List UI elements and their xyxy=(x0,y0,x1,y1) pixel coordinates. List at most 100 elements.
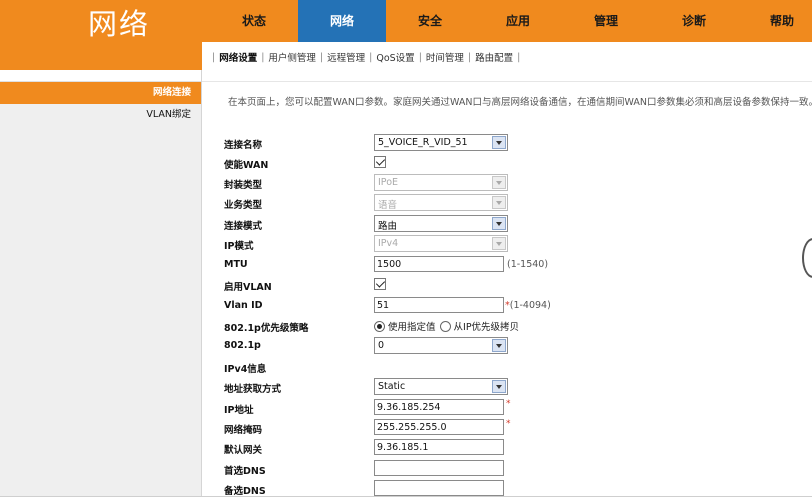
vlan-id-range: (1-4094) xyxy=(509,300,551,311)
row-priority-policy: 802.1p优先级策略 使用指定值 从IP优先级拷贝 xyxy=(224,317,804,337)
service-select: 语音 xyxy=(374,194,508,211)
chevron-down-icon xyxy=(492,196,506,209)
gateway-input[interactable]: 9.36.185.1 xyxy=(374,439,504,455)
enable-vlan-checkbox[interactable] xyxy=(374,278,386,290)
dns2-input[interactable] xyxy=(374,480,504,496)
ip-addr-input[interactable]: 9.36.185.254 xyxy=(374,399,504,415)
radio-copy-from-ip[interactable] xyxy=(439,320,451,332)
conn-mode-label: 连接模式 xyxy=(224,221,263,232)
main-nav: 状态 网络 安全 应用 管理 诊断 帮助 xyxy=(210,0,812,42)
row-mtu: MTU 1500 (1-1540) xyxy=(224,256,804,276)
vlan-id-hint: *(1-4094) xyxy=(505,300,551,311)
ip-addr-label: IP地址 xyxy=(224,405,254,416)
brand-title: 网络 xyxy=(88,7,151,41)
vlan-id-input[interactable]: 51 xyxy=(374,297,504,313)
row-ipv4-info: IPv4信息 xyxy=(224,358,804,378)
ipv4-info-heading: IPv4信息 xyxy=(224,364,267,375)
encap-value: IPoE xyxy=(378,177,399,188)
encap-label: 封装类型 xyxy=(224,180,263,191)
conn-name-label: 连接名称 xyxy=(224,140,263,151)
enable-wan-label: 使能WAN xyxy=(224,160,269,171)
dot1p-select[interactable]: 0 xyxy=(374,337,508,354)
conn-name-select[interactable]: 5_VOICE_R_VID_51 xyxy=(374,134,508,151)
ip-mode-select: IPv4 xyxy=(374,235,508,252)
chevron-down-icon xyxy=(492,176,506,189)
row-dns1: 首选DNS xyxy=(224,460,804,480)
subnav-network-settings[interactable]: 网络设置 xyxy=(219,50,257,64)
row-enable-wan: 使能WAN xyxy=(224,154,804,174)
left-menu: 网络连接 VLAN绑定 xyxy=(0,70,202,498)
leftmenu-vlan-binding[interactable]: VLAN绑定 xyxy=(0,104,201,126)
sub-nav-left-block xyxy=(0,42,202,70)
bottom-divider xyxy=(0,496,812,500)
chevron-down-icon[interactable] xyxy=(492,339,506,352)
brand: 网络 xyxy=(0,0,210,42)
chevron-down-icon[interactable] xyxy=(492,380,506,393)
service-label: 业务类型 xyxy=(224,200,263,211)
encap-select: IPoE xyxy=(374,174,508,191)
nav-application[interactable]: 应用 xyxy=(474,0,562,42)
nav-help[interactable]: 帮助 xyxy=(738,0,812,42)
chevron-down-icon[interactable] xyxy=(492,217,506,230)
netmask-input[interactable]: 255.255.255.0 xyxy=(374,419,504,435)
subnav-routing[interactable]: 路由配置 xyxy=(475,50,513,64)
addr-method-select[interactable]: Static xyxy=(374,378,508,395)
nav-management[interactable]: 管理 xyxy=(562,0,650,42)
sub-nav-separator: | xyxy=(467,51,472,63)
dot1p-value: 0 xyxy=(378,340,385,351)
row-enable-vlan: 启用VLAN xyxy=(224,276,804,296)
top-bar: 网络 状态 网络 安全 应用 管理 诊断 帮助 xyxy=(0,0,812,42)
priority-policy-label: 802.1p优先级策略 xyxy=(224,323,309,334)
mtu-label: MTU xyxy=(224,259,248,270)
mtu-input[interactable]: 1500 xyxy=(374,256,504,272)
row-encap: 封装类型 IPoE xyxy=(224,174,804,194)
subnav-user-side[interactable]: 用户侧管理 xyxy=(268,50,316,64)
nav-status[interactable]: 状态 xyxy=(210,0,298,42)
row-ip-addr: IP地址 9.36.185.254 * xyxy=(224,399,804,419)
priority-policy-radios: 使用指定值 从IP优先级拷贝 xyxy=(374,317,519,333)
dns2-label: 备选DNS xyxy=(224,486,266,497)
row-addr-method: 地址获取方式 Static xyxy=(224,378,804,398)
radio-copy-from-ip-label: 从IP优先级拷贝 xyxy=(453,322,520,333)
row-netmask: 网络掩码 255.255.255.0 * xyxy=(224,419,804,439)
sub-nav-separator: | xyxy=(319,51,324,63)
addr-method-label: 地址获取方式 xyxy=(224,384,282,395)
sub-nav: | 网络设置 | 用户侧管理 | 远程管理 | QoS设置 | 时间管理 | 路… xyxy=(208,50,524,65)
sub-nav-separator: | xyxy=(517,51,521,63)
conn-name-value: 5_VOICE_R_VID_51 xyxy=(378,137,468,148)
chevron-down-icon[interactable] xyxy=(492,136,506,149)
row-ip-mode: IP模式 IPv4 xyxy=(224,235,804,255)
sub-nav-separator: | xyxy=(369,51,373,63)
mtu-range-hint: (1-1540) xyxy=(507,259,549,270)
row-dot1p: 802.1p 0 xyxy=(224,337,804,357)
dns1-label: 首选DNS xyxy=(224,466,266,477)
required-mark: * xyxy=(506,419,511,429)
radio-use-specified[interactable] xyxy=(374,320,385,332)
gateway-label: 默认网关 xyxy=(224,445,263,456)
row-conn-mode: 连接模式 路由 xyxy=(224,215,804,235)
sub-nav-separator: | xyxy=(261,51,265,63)
nav-network[interactable]: 网络 xyxy=(298,0,386,42)
vlan-id-label: Vlan ID xyxy=(224,300,263,311)
required-mark: * xyxy=(506,399,511,409)
main-content: 在本页面上，您可以配置WAN口参数。家庭网关通过WAN口与高层网络设备通信，在通… xyxy=(202,70,812,498)
enable-wan-checkbox[interactable] xyxy=(374,156,386,168)
subnav-time[interactable]: 时间管理 xyxy=(426,50,464,64)
enable-vlan-label: 启用VLAN xyxy=(224,282,272,293)
subnav-remote-management[interactable]: 远程管理 xyxy=(327,50,365,64)
service-value: 语音 xyxy=(378,200,398,211)
row-service: 业务类型 语音 xyxy=(224,194,804,214)
dot1p-label: 802.1p xyxy=(224,340,261,351)
nav-diagnosis[interactable]: 诊断 xyxy=(650,0,738,42)
nav-security[interactable]: 安全 xyxy=(386,0,474,42)
netmask-label: 网络掩码 xyxy=(224,425,263,436)
chevron-down-icon xyxy=(492,237,506,250)
conn-mode-select[interactable]: 路由 xyxy=(374,215,508,232)
subnav-qos[interactable]: QoS设置 xyxy=(376,50,414,64)
intro-text: 在本页面上，您可以配置WAN口参数。家庭网关通过WAN口与高层网络设备通信，在通… xyxy=(228,97,812,108)
dns1-input[interactable] xyxy=(374,460,504,476)
leftmenu-network-connection[interactable]: 网络连接 xyxy=(0,82,201,104)
sub-nav-bar: | 网络设置 | 用户侧管理 | 远程管理 | QoS设置 | 时间管理 | 路… xyxy=(0,42,812,70)
row-gateway: 默认网关 9.36.185.1 xyxy=(224,439,804,459)
sub-nav-separator: | xyxy=(418,51,422,63)
